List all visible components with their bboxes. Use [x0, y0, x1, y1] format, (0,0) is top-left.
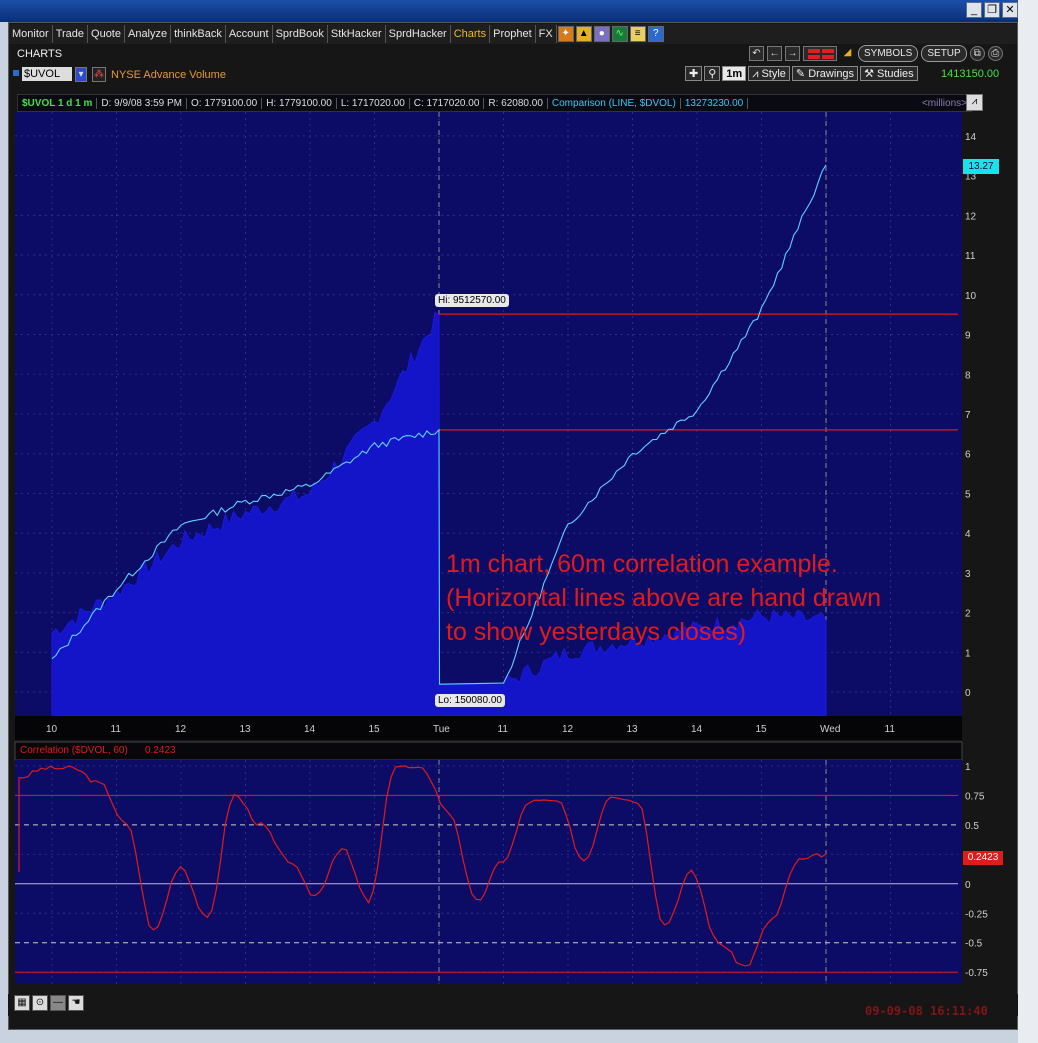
time-tick: Tue	[433, 724, 450, 735]
main-y-tick: 4	[965, 529, 971, 540]
corr-y-tick: 0	[965, 880, 971, 891]
time-tick: 15	[369, 724, 381, 735]
main-y-tick: 7	[965, 410, 971, 421]
correlation-study-label[interactable]: Correlation ($DVOL, 60)	[20, 745, 128, 756]
annotation-line-3: to show yesterdays closes)	[446, 618, 747, 646]
main-y-tick: 10	[965, 291, 977, 302]
hand-pan-icon[interactable]: ☚	[68, 995, 84, 1011]
time-tick: 12	[175, 724, 187, 735]
correlation-panel-background	[15, 760, 962, 984]
corr-y-tick: -0.5	[965, 939, 983, 950]
corr-y-tick: -0.25	[965, 909, 988, 920]
correlation-value-tag: 0.2423	[963, 851, 1003, 865]
chart-annotation: 1m chart, 60m correlation example. (Hori…	[446, 547, 881, 649]
correlation-y-axis: 10.750.50.250-0.25-0.5-0.75	[965, 762, 988, 979]
grid-icon[interactable]: ▦	[14, 995, 30, 1011]
collapse-icon[interactable]: —	[50, 995, 66, 1011]
time-tick: 15	[756, 724, 768, 735]
corr-y-tick: 0.5	[965, 821, 979, 832]
corr-y-tick: 0.75	[965, 791, 985, 802]
correlation-study-value: 0.2423	[145, 745, 176, 756]
main-y-tick: 2	[965, 609, 971, 620]
charts-svg: 14131211109876543210 10 11 12 13 14 15 Tue 11 12…	[14, 112, 988, 984]
main-y-tick: 3	[965, 569, 971, 580]
time-tick: Wed	[820, 724, 840, 735]
annotation-line-1: 1m chart, 60m correlation example.	[446, 550, 838, 578]
main-y-tick: 12	[965, 211, 977, 222]
time-tick: 12	[562, 724, 574, 735]
main-y-tick: 14	[965, 132, 977, 143]
main-y-tick: 9	[965, 331, 971, 342]
main-y-tick: 0	[965, 688, 971, 699]
comparison-price-tag: 13.27	[963, 159, 999, 174]
time-tick: 13	[627, 724, 639, 735]
main-y-tick: 6	[965, 450, 971, 461]
time-tick: 11	[111, 724, 122, 735]
low-marker-label: Lo: 150080.00	[435, 694, 505, 707]
time-tick: 13	[240, 724, 252, 735]
annotation-line-2: (Horizontal lines above are hand drawn	[446, 584, 881, 612]
time-tick: 14	[304, 724, 316, 735]
overlay-timestamp: 09-09-08 16:11:40	[865, 1004, 988, 1018]
time-tick: 11	[885, 724, 896, 735]
main-y-tick: 8	[965, 370, 971, 381]
main-y-tick: 1	[965, 648, 971, 659]
high-marker-label: Hi: 9512570.00	[435, 294, 509, 307]
corr-y-tick: 1	[965, 762, 971, 773]
main-y-axis: 14131211109876543210	[965, 132, 977, 699]
zoom-fit-icon[interactable]: ⊙	[32, 995, 48, 1011]
time-tick: 14	[691, 724, 703, 735]
main-y-tick: 11	[965, 251, 976, 262]
time-tick: 11	[498, 724, 509, 735]
time-tick: 10	[46, 724, 58, 735]
corr-y-tick: -0.75	[965, 968, 988, 979]
main-y-tick: 5	[965, 489, 971, 500]
